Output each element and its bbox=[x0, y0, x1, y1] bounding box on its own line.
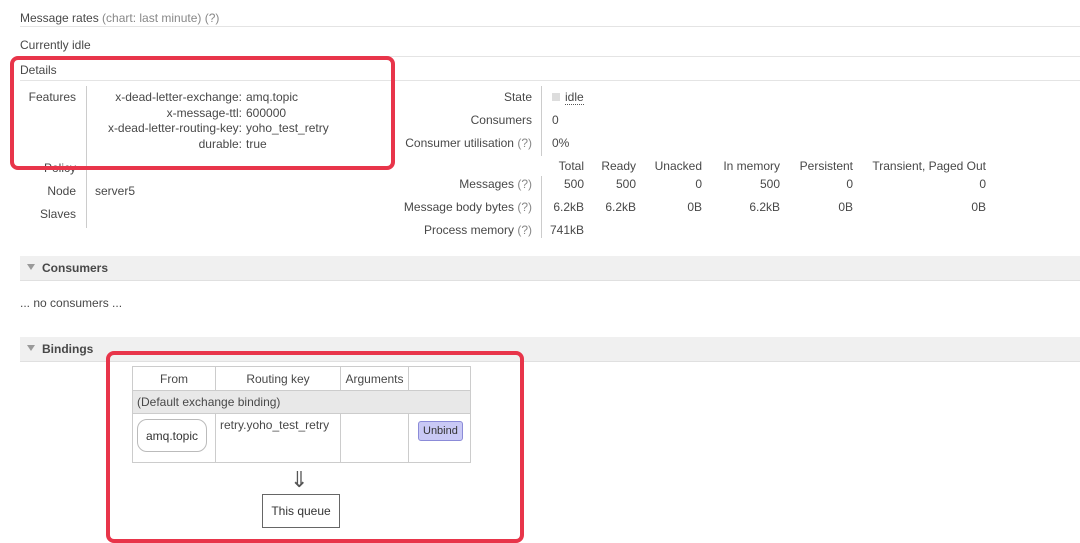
state-value[interactable]: idle bbox=[565, 90, 584, 105]
stats-cell: 6.2kB bbox=[605, 200, 636, 214]
no-consumers-text: ... no consumers ... bbox=[20, 296, 123, 310]
stats-cell: 6.2kB bbox=[749, 200, 780, 214]
utilisation-label-group: Consumer utilisation (?) bbox=[390, 136, 532, 150]
stats-cell: 6.2kB bbox=[553, 200, 584, 214]
help-hint[interactable]: (?) bbox=[517, 177, 532, 191]
stats-header: Persistent bbox=[799, 159, 853, 173]
utilisation-value: 0% bbox=[552, 136, 570, 150]
collapse-triangle-icon bbox=[27, 345, 35, 351]
utilisation-label: Consumer utilisation bbox=[405, 136, 514, 150]
divider bbox=[20, 26, 1080, 27]
stats-cell: 741kB bbox=[549, 223, 584, 237]
message-rates-heading[interactable]: Message rates (chart: last minute) (?) bbox=[20, 11, 219, 25]
stats-cell: 500 bbox=[615, 177, 636, 191]
help-hint[interactable]: (?) bbox=[517, 200, 532, 214]
stats-cell: 0B bbox=[971, 200, 986, 214]
highlight-box-bindings bbox=[106, 351, 524, 543]
stats-row-label: Message body bytes (?) bbox=[403, 200, 532, 214]
stats-header: Ready bbox=[601, 159, 636, 173]
consumers-section-header[interactable]: Consumers bbox=[20, 256, 1080, 281]
stats-cell: 0B bbox=[838, 200, 853, 214]
stats-row-label: Process memory (?) bbox=[423, 223, 532, 237]
stats-cell: 0 bbox=[846, 177, 853, 191]
stats-cell: 0B bbox=[687, 200, 702, 214]
help-hint[interactable]: (?) bbox=[517, 223, 532, 237]
stats-header: Total bbox=[558, 159, 584, 173]
stats-header: Unacked bbox=[654, 159, 702, 173]
message-rates-hint[interactable]: (chart: last minute) (?) bbox=[102, 11, 219, 25]
consumers-label: Consumers bbox=[470, 113, 532, 127]
stats-cell: 500 bbox=[563, 177, 584, 191]
currently-idle-text: Currently idle bbox=[20, 38, 91, 52]
highlight-box-features bbox=[10, 56, 395, 170]
node-value: server5 bbox=[95, 184, 136, 198]
stats-header: Transient, Paged Out bbox=[872, 159, 986, 173]
message-rates-label: Message rates bbox=[20, 11, 99, 25]
stats-cell: 0 bbox=[695, 177, 702, 191]
details-right-separator bbox=[541, 86, 542, 156]
state-label: State bbox=[503, 90, 532, 104]
stats-row-label: Messages (?) bbox=[459, 177, 532, 191]
consumers-section-title: Consumers bbox=[42, 261, 109, 275]
node-label: Node bbox=[47, 184, 76, 198]
slaves-label: Slaves bbox=[39, 207, 76, 221]
help-hint[interactable]: (?) bbox=[517, 136, 532, 150]
state-indicator bbox=[552, 93, 560, 101]
collapse-triangle-icon bbox=[27, 264, 35, 270]
bindings-section-title: Bindings bbox=[42, 342, 94, 356]
stats-header: In memory bbox=[723, 159, 780, 173]
stats-cell: 500 bbox=[759, 177, 780, 191]
stats-cell: 0 bbox=[979, 177, 986, 191]
consumers-value: 0 bbox=[552, 113, 559, 127]
